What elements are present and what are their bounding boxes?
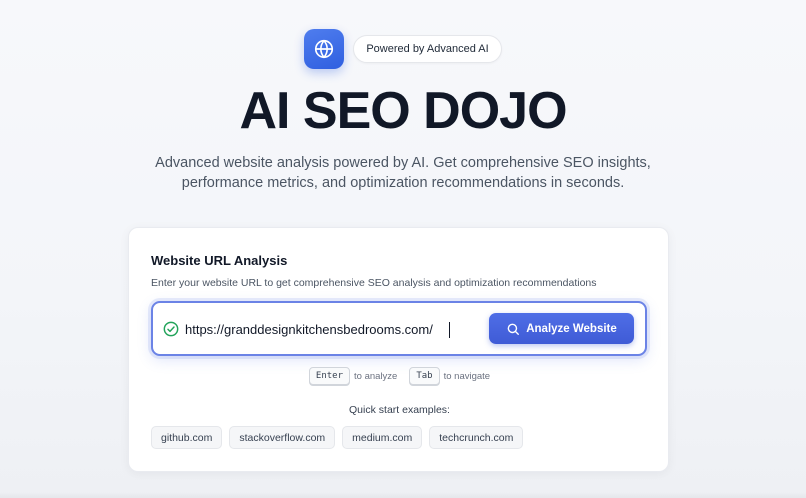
card-subtitle: Enter your website URL to get comprehens… [151, 277, 597, 289]
analyze-website-button[interactable]: Analyze Website [489, 313, 634, 344]
powered-by-badge: Powered by Advanced AI [353, 35, 502, 63]
enter-hint-text: to analyze [354, 370, 398, 382]
globe-icon [315, 39, 334, 59]
text-caret [449, 322, 450, 338]
tab-key: Tab [409, 367, 440, 385]
example-chip-github[interactable]: github.com [151, 426, 223, 449]
keyboard-hints: Enter to analyze Tab to navigate [129, 367, 670, 385]
card-title: Website URL Analysis [151, 253, 288, 268]
url-input-box[interactable]: Analyze Website [151, 301, 647, 356]
website-url-input[interactable] [185, 316, 455, 342]
page: Powered by Advanced AI AI SEO DOJO Advan… [0, 0, 806, 498]
subtitle-line-1: Advanced website analysis powered by AI.… [155, 155, 651, 171]
example-chips: github.com stackoverflow.com medium.com … [151, 426, 524, 449]
logo [304, 29, 345, 69]
tab-hint-text: to navigate [443, 370, 491, 382]
example-chip-medium[interactable]: medium.com [342, 426, 423, 449]
example-chip-techcrunch[interactable]: techcrunch.com [429, 426, 524, 449]
quick-start-label: Quick start examples: [349, 404, 450, 416]
page-title: AI SEO DOJO [239, 82, 567, 140]
example-chip-stackoverflow[interactable]: stackoverflow.com [229, 426, 336, 449]
page-subtitle: Advanced website analysis powered by AI.… [120, 153, 686, 193]
url-analysis-card: Website URL Analysis Enter your website … [128, 227, 669, 472]
search-icon [507, 323, 520, 335]
bottom-edge [0, 492, 806, 498]
subtitle-line-2: performance metrics, and optimization re… [181, 175, 625, 191]
enter-key: Enter [308, 367, 351, 385]
check-circle-icon [163, 321, 179, 337]
analyze-button-label: Analyze Website [526, 322, 617, 335]
brand-row: Powered by Advanced AI [0, 29, 806, 69]
